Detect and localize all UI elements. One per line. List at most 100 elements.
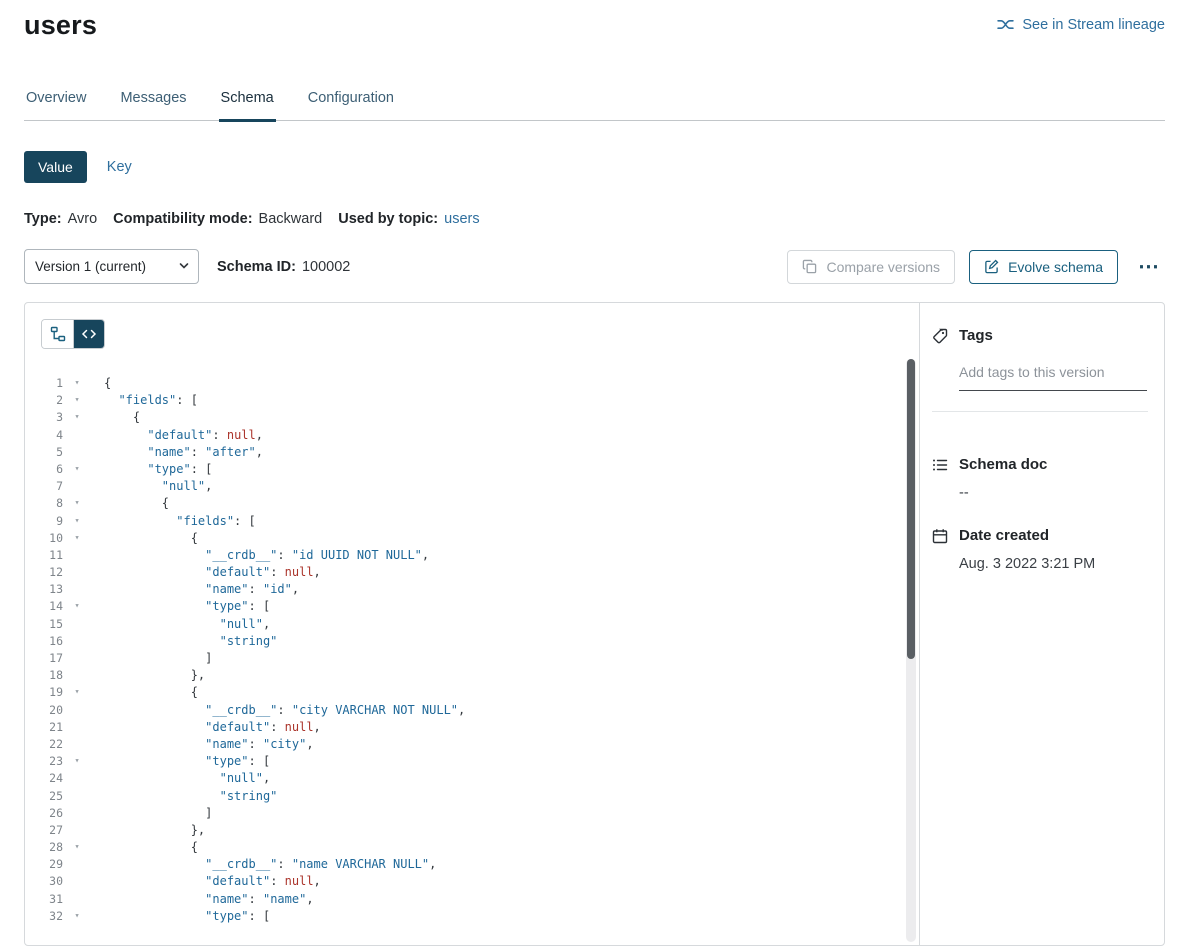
code-line: 4 "default": null, bbox=[25, 427, 903, 444]
fold-caret-icon[interactable]: ▾ bbox=[69, 392, 85, 409]
page-title: users bbox=[24, 10, 1165, 41]
code-text: "name": "id", bbox=[85, 581, 299, 598]
more-options-button[interactable]: ⋯ bbox=[1132, 254, 1165, 279]
caret-placeholder bbox=[69, 633, 85, 650]
code-line: 3▾ { bbox=[25, 409, 903, 426]
tab-configuration[interactable]: Configuration bbox=[306, 84, 396, 120]
code-line: 12 "default": null, bbox=[25, 564, 903, 581]
evolve-schema-button[interactable]: Evolve schema bbox=[969, 250, 1118, 284]
code-view-button[interactable] bbox=[73, 320, 104, 348]
code-text: "type": [ bbox=[85, 908, 270, 925]
fold-caret-icon[interactable]: ▾ bbox=[69, 495, 85, 512]
caret-placeholder bbox=[69, 788, 85, 805]
line-number: 31 bbox=[25, 891, 63, 908]
code-line: 21 "default": null, bbox=[25, 719, 903, 736]
code-line: 8▾ { bbox=[25, 495, 903, 512]
code-line: 2▾ "fields": [ bbox=[25, 392, 903, 409]
tab-overview[interactable]: Overview bbox=[24, 84, 88, 120]
line-number: 16 bbox=[25, 633, 63, 650]
compatibility-value: Backward bbox=[259, 211, 323, 227]
line-number: 28 bbox=[25, 839, 63, 856]
tab-messages[interactable]: Messages bbox=[118, 84, 188, 120]
code-text: { bbox=[85, 684, 198, 701]
caret-placeholder bbox=[69, 581, 85, 598]
code-text: "type": [ bbox=[85, 753, 270, 770]
tag-icon bbox=[932, 328, 948, 344]
code-text: "null", bbox=[85, 770, 270, 787]
code-text: { bbox=[85, 495, 169, 512]
code-line: 10 ▾ { bbox=[25, 530, 903, 547]
schema-controls: Version 1 (current) Schema ID:100002 Com… bbox=[24, 249, 1165, 284]
caret-placeholder bbox=[69, 822, 85, 839]
code-line: 31 "name": "name", bbox=[25, 891, 903, 908]
line-number: 5 bbox=[25, 444, 63, 461]
line-number: 7 bbox=[25, 478, 63, 495]
code-line: 18 }, bbox=[25, 667, 903, 684]
fold-caret-icon[interactable]: ▾ bbox=[69, 908, 85, 925]
fold-caret-icon[interactable]: ▾ bbox=[69, 409, 85, 426]
line-number: 26 bbox=[25, 805, 63, 822]
line-number: 17 bbox=[25, 650, 63, 667]
line-number: 13 bbox=[25, 581, 63, 598]
line-number: 18 bbox=[25, 667, 63, 684]
caret-placeholder bbox=[69, 891, 85, 908]
caret-placeholder bbox=[69, 444, 85, 461]
fold-caret-icon[interactable]: ▾ bbox=[69, 513, 85, 530]
line-number: 14 bbox=[25, 598, 63, 615]
version-select[interactable]: Version 1 (current) bbox=[24, 249, 199, 284]
code-line: 7 "null", bbox=[25, 478, 903, 495]
key-toggle-button[interactable]: Key bbox=[87, 151, 152, 183]
fold-caret-icon[interactable]: ▾ bbox=[69, 753, 85, 770]
code-line: 1 ▾{ bbox=[25, 375, 903, 392]
fold-caret-icon[interactable]: ▾ bbox=[69, 530, 85, 547]
schema-editor: 1▾{2▾ "fields": [3▾ {4 "default": null,5… bbox=[25, 303, 920, 945]
topic-link[interactable]: users bbox=[444, 211, 479, 227]
value-toggle-button[interactable]: Value bbox=[24, 151, 87, 183]
caret-placeholder bbox=[69, 667, 85, 684]
stream-lineage-icon bbox=[997, 16, 1014, 33]
code-text: "default": null, bbox=[85, 873, 321, 890]
topic-meta: Used by topic:users bbox=[338, 211, 479, 227]
caret-placeholder bbox=[69, 427, 85, 444]
fold-caret-icon[interactable]: ▾ bbox=[69, 684, 85, 701]
line-number: 29 bbox=[25, 856, 63, 873]
tags-input[interactable] bbox=[959, 360, 1147, 391]
fold-caret-icon[interactable]: ▾ bbox=[69, 598, 85, 615]
code-lines: 1▾{2▾ "fields": [3▾ {4 "default": null,5… bbox=[25, 375, 903, 945]
code-line: 6▾ "type": [ bbox=[25, 461, 903, 478]
fold-caret-icon[interactable]: ▾ bbox=[69, 375, 85, 392]
caret-placeholder bbox=[69, 650, 85, 667]
compare-versions-label: Compare versions bbox=[826, 259, 940, 275]
tree-view-button[interactable] bbox=[42, 320, 73, 348]
code-line: 14 ▾ "type": [ bbox=[25, 598, 903, 615]
code-text: ] bbox=[85, 650, 212, 667]
compare-versions-button[interactable]: Compare versions bbox=[787, 250, 955, 284]
fold-caret-icon[interactable]: ▾ bbox=[69, 839, 85, 856]
line-number: 3 bbox=[25, 409, 63, 426]
compatibility-meta: Compatibility mode:Backward bbox=[113, 211, 322, 227]
tags-section-header: Tags bbox=[932, 327, 1152, 344]
code-text: "type": [ bbox=[85, 598, 270, 615]
code-line: 23▾ "type": [ bbox=[25, 753, 903, 770]
code-line: 20 "__crdb__": "city VARCHAR NOT NULL", bbox=[25, 702, 903, 719]
line-number: 2 bbox=[25, 392, 63, 409]
code-text: { bbox=[85, 530, 198, 547]
code-text: "type": [ bbox=[85, 461, 212, 478]
scrollbar-thumb[interactable] bbox=[907, 359, 915, 659]
code-text: { bbox=[85, 375, 111, 392]
schema-doc-section: Schema doc -- bbox=[932, 456, 1152, 501]
code-line: 28▾ { bbox=[25, 839, 903, 856]
date-created-value: Aug. 3 2022 3:21 PM bbox=[959, 556, 1152, 572]
caret-placeholder bbox=[69, 719, 85, 736]
line-number: 10 bbox=[25, 530, 63, 547]
fold-caret-icon[interactable]: ▾ bbox=[69, 461, 85, 478]
line-number: 1 bbox=[25, 375, 63, 392]
stream-lineage-link[interactable]: See in Stream lineage bbox=[997, 16, 1165, 33]
code-line: 27 }, bbox=[25, 822, 903, 839]
code-text: "string" bbox=[85, 633, 277, 650]
code-line: 24 "null", bbox=[25, 770, 903, 787]
code-text: "null", bbox=[85, 478, 212, 495]
caret-placeholder bbox=[69, 736, 85, 753]
scrollbar-track[interactable] bbox=[906, 359, 916, 942]
tab-schema[interactable]: Schema bbox=[219, 84, 276, 120]
